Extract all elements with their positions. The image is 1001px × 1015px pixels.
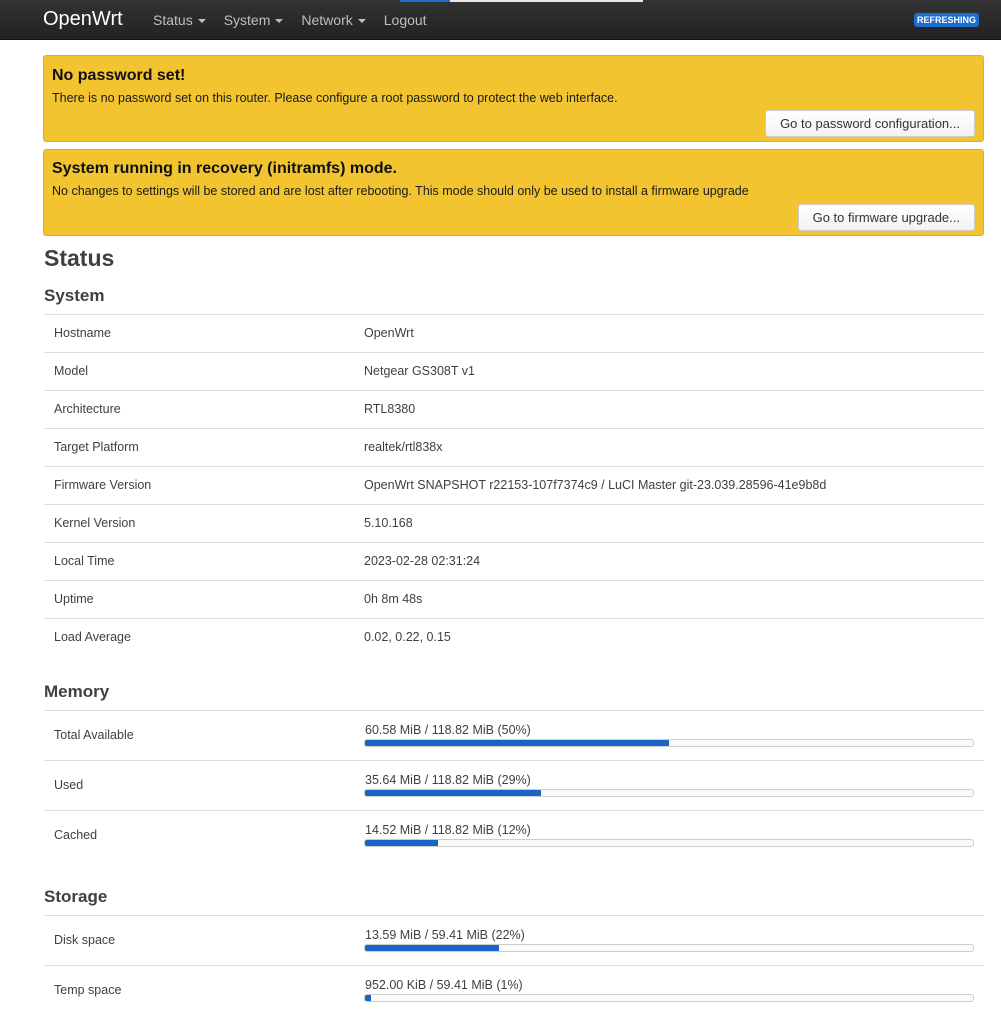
table-row: Temp space 952.00 KiB / 59.41 MiB (1%)	[44, 965, 984, 1015]
firmware-upgrade-button[interactable]: Go to firmware upgrade...	[797, 204, 975, 231]
table-row: Cached 14.52 MiB / 118.82 MiB (12%)	[44, 810, 984, 860]
main-menu: Status System Network Logout	[144, 0, 436, 40]
row-value: 0.02, 0.22, 0.15	[364, 630, 451, 644]
memory-table: Total Available 60.58 MiB / 118.82 MiB (…	[44, 710, 984, 860]
progress-fill	[365, 840, 438, 846]
progress-bar	[364, 944, 974, 952]
progress-bar	[364, 789, 974, 797]
progress-label: 60.58 MiB / 118.82 MiB (50%)	[365, 723, 531, 737]
progress-label: 14.52 MiB / 118.82 MiB (12%)	[365, 823, 531, 837]
page-title: Status	[44, 245, 115, 271]
alert-text: There is no password set on this router.…	[52, 91, 618, 105]
row-key: Architecture	[54, 402, 121, 416]
brand-logo[interactable]: OpenWrt	[43, 7, 123, 31]
alert-recovery-mode: System running in recovery (initramfs) m…	[43, 149, 984, 236]
row-value: 0h 8m 48s	[364, 592, 423, 606]
table-row: Hostname OpenWrt	[44, 314, 984, 352]
table-row: Load Average 0.02, 0.22, 0.15	[44, 618, 984, 656]
menu-system-label: System	[223, 12, 271, 28]
row-key: Firmware Version	[54, 478, 152, 492]
row-key: Kernel Version	[54, 516, 136, 530]
menu-logout[interactable]: Logout	[375, 0, 436, 40]
alert-title: No password set!	[52, 67, 186, 84]
row-value: OpenWrt	[364, 326, 414, 340]
progress-fill	[365, 995, 372, 1001]
alert-title: System running in recovery (initramfs) m…	[52, 160, 397, 177]
storage-table: Disk space 13.59 MiB / 59.41 MiB (22%) T…	[44, 915, 984, 1015]
row-key: Model	[54, 364, 89, 378]
row-key: Cached	[54, 828, 98, 842]
chevron-down-icon	[275, 19, 284, 23]
table-row: Target Platform realtek/rtl838x	[44, 428, 984, 466]
table-row: Total Available 60.58 MiB / 118.82 MiB (…	[44, 710, 984, 760]
progress-bar	[364, 994, 974, 1002]
loading-indicator	[400, 0, 643, 2]
table-row: Used 35.64 MiB / 118.82 MiB (29%)	[44, 760, 984, 810]
section-title-system: System	[44, 286, 105, 305]
progress-label: 35.64 MiB / 118.82 MiB (29%)	[365, 773, 531, 787]
refreshing-badge[interactable]: REFRESHING	[914, 13, 980, 27]
progress-fill	[365, 790, 542, 796]
row-key: Load Average	[54, 630, 131, 644]
row-key: Temp space	[54, 983, 122, 997]
progress-bar	[364, 739, 974, 747]
section-title-memory: Memory	[44, 682, 110, 701]
row-value: Netgear GS308T v1	[364, 364, 475, 378]
table-row: Local Time 2023-02-28 02:31:24	[44, 542, 984, 580]
menu-logout-label: Logout	[383, 12, 427, 28]
progress-label: 952.00 KiB / 59.41 MiB (1%)	[365, 978, 523, 992]
progress-fill	[365, 740, 669, 746]
chevron-down-icon	[197, 19, 206, 23]
row-value: 2023-02-28 02:31:24	[364, 554, 481, 568]
alert-text: No changes to settings will be stored an…	[52, 184, 749, 198]
password-config-button[interactable]: Go to password configuration...	[765, 110, 975, 137]
menu-status-label: Status	[153, 12, 193, 28]
table-row: Architecture RTL8380	[44, 390, 984, 428]
section-title-storage: Storage	[44, 887, 108, 906]
system-table: Hostname OpenWrt Model Netgear GS308T v1 A…	[44, 314, 984, 656]
alert-no-password: No password set! There is no password se…	[43, 55, 984, 142]
table-row: Disk space 13.59 MiB / 59.41 MiB (22%)	[44, 915, 984, 965]
table-row: Firmware Version OpenWrt SNAPSHOT r22153-…	[44, 466, 984, 504]
row-key: Hostname	[54, 326, 111, 340]
progress-bar	[364, 839, 974, 847]
progress-label: 13.59 MiB / 59.41 MiB (22%)	[365, 928, 525, 942]
row-value: RTL8380	[364, 402, 416, 416]
chevron-down-icon	[357, 19, 366, 23]
table-row: Kernel Version 5.10.168	[44, 504, 984, 542]
row-key: Local Time	[54, 554, 115, 568]
row-value: realtek/rtl838x	[364, 440, 443, 454]
menu-network-label: Network	[301, 12, 353, 28]
menu-status[interactable]: Status	[144, 0, 215, 40]
row-value: 5.10.168	[364, 516, 413, 530]
row-value: OpenWrt SNAPSHOT r22153-107f7374c9 / LuC…	[364, 478, 827, 492]
table-row: Uptime 0h 8m 48s	[44, 580, 984, 618]
menu-network[interactable]: Network	[292, 0, 374, 40]
row-key: Uptime	[54, 592, 94, 606]
menu-system[interactable]: System	[215, 0, 293, 40]
row-key: Total Available	[54, 728, 134, 742]
row-key: Target Platform	[54, 440, 139, 454]
top-navbar: OpenWrt Status System Network Logout REF…	[0, 0, 1001, 40]
row-key: Used	[54, 778, 84, 792]
progress-fill	[365, 945, 499, 951]
table-row: Model Netgear GS308T v1	[44, 352, 984, 390]
row-key: Disk space	[54, 933, 116, 947]
